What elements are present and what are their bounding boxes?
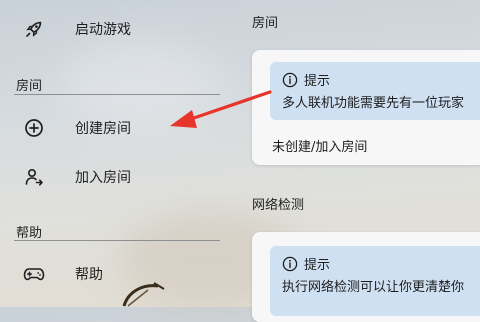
red-arrow-annotation [170,90,272,128]
